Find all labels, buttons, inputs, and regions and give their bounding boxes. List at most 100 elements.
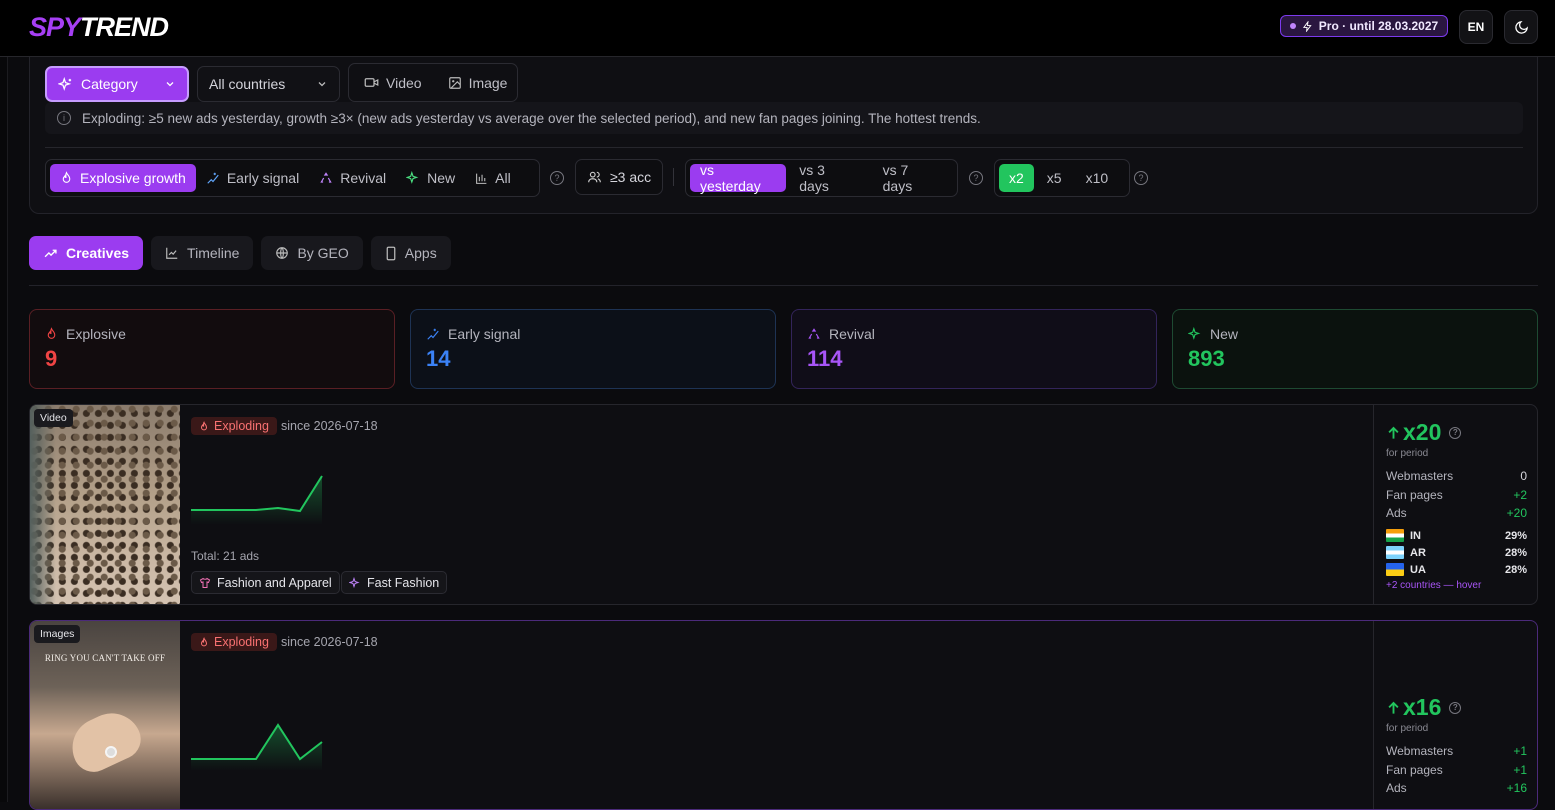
accounts-filter-button[interactable]: ≥3 acc <box>575 159 663 195</box>
metric-label: Fan pages <box>1386 488 1443 502</box>
theme-toggle-button[interactable] <box>1504 10 1538 44</box>
metric-row: Fan pages +2 <box>1386 488 1527 502</box>
signal-all-button[interactable]: All <box>465 164 521 192</box>
category-tag[interactable]: Fashion and Apparel <box>191 571 340 594</box>
metric-label: Webmasters <box>1386 469 1454 483</box>
language-button[interactable]: EN <box>1459 10 1493 44</box>
compare-3days-button[interactable]: vs 3 days <box>786 162 869 194</box>
stat-card-early-signal[interactable]: Early signal 14 <box>410 309 776 389</box>
image-overlay-text: RING YOU CAN'T TAKE OFF <box>44 653 166 663</box>
moon-icon <box>1514 20 1528 34</box>
metric-value: +20 <box>1506 506 1527 520</box>
country-label: All countries <box>209 76 286 92</box>
multiplier-x10-button[interactable]: x10 <box>1075 164 1120 192</box>
stat-value: 9 <box>45 346 58 371</box>
multiplier-x2-button[interactable]: x2 <box>999 164 1034 192</box>
image-icon <box>448 76 461 89</box>
creative-thumbnail[interactable]: Video <box>30 405 180 604</box>
status-label: Exploding <box>214 419 269 433</box>
stat-card-revival[interactable]: Revival 114 <box>791 309 1157 389</box>
help-icon[interactable]: ? <box>1449 701 1462 714</box>
stat-value: 893 <box>1188 346 1225 371</box>
signal-explosive-button[interactable]: Explosive growth <box>50 164 196 192</box>
metric-value: +1 <box>1513 763 1527 777</box>
status-badge: Exploding <box>191 417 277 435</box>
separator <box>673 168 674 186</box>
signal-all-label: All <box>495 170 511 186</box>
hand-shape <box>62 703 148 779</box>
tab-apps[interactable]: Apps <box>370 236 451 270</box>
category-label: Category <box>81 76 138 92</box>
help-icon[interactable]: ? <box>969 171 983 185</box>
multiplier-group: x2 x5 x10 <box>994 159 1130 197</box>
geo-code: UA <box>1410 563 1426 576</box>
more-countries-link[interactable]: +2 countries — hover <box>1386 580 1481 591</box>
chevron-down-icon <box>166 82 174 87</box>
smartphone-icon <box>386 246 396 260</box>
compare-group: vs yesterday vs 3 days vs 7 days <box>685 159 958 197</box>
creative-card[interactable]: Video Exploding since 2026-07-18 Total: … <box>29 404 1538 605</box>
view-tabs: Creatives Timeline By GEO Apps <box>29 236 451 270</box>
multiplier-x5-button[interactable]: x5 <box>1034 164 1075 192</box>
info-text: Exploding: ≥5 new ads yesterday, growth … <box>82 110 981 126</box>
since-date: since 2026-07-18 <box>281 419 378 433</box>
tab-timeline-label: Timeline <box>187 245 240 261</box>
category-select[interactable]: Category <box>45 66 189 102</box>
media-type-badge: Video <box>34 409 73 427</box>
pro-badge[interactable]: Pro · until 28.03.2027 <box>1280 15 1448 37</box>
for-period-label: for period <box>1386 448 1429 459</box>
stat-card-new[interactable]: New 893 <box>1172 309 1538 389</box>
ring-shape <box>105 746 117 758</box>
logo[interactable]: SPY TREND <box>29 14 223 41</box>
tab-apps-label: Apps <box>404 245 437 261</box>
bar-chart-icon <box>476 173 487 184</box>
help-icon[interactable]: ? <box>1134 171 1148 185</box>
geo-row: AR 28% <box>1386 546 1527 559</box>
help-icon[interactable]: ? <box>550 171 564 185</box>
geo-percent: 29% <box>1504 529 1527 542</box>
metric-value: +16 <box>1506 781 1527 795</box>
media-image-label: Image <box>468 74 508 91</box>
country-select[interactable]: All countries <box>197 66 340 102</box>
metric-value: 0 <box>1520 469 1527 483</box>
tab-by-geo[interactable]: By GEO <box>261 236 363 270</box>
shirt-icon <box>199 577 211 588</box>
total-ads: Total: 21 ads <box>191 549 260 563</box>
tab-timeline[interactable]: Timeline <box>151 236 254 270</box>
metric-row: Webmasters 0 <box>1386 469 1527 483</box>
metric-label: Fan pages <box>1386 763 1443 777</box>
flame-icon <box>62 171 71 183</box>
signal-new-button[interactable]: New <box>396 164 465 192</box>
users-icon <box>588 171 601 183</box>
signal-revival-button[interactable]: Revival <box>309 164 396 192</box>
media-image-button[interactable]: Image <box>448 74 508 91</box>
signal-early-label: Early signal <box>226 170 300 186</box>
tabs-divider <box>29 285 1538 286</box>
stat-value: 14 <box>426 346 451 371</box>
compare-yesterday-button[interactable]: vs yesterday <box>690 162 787 194</box>
filter-panel: Category All countries Video Image i Exp… <box>29 57 1538 214</box>
stat-card-explosive[interactable]: Explosive 9 <box>29 309 395 389</box>
stat-label: Explosive <box>66 326 126 342</box>
geo-code: IN <box>1410 529 1421 542</box>
creative-thumbnail[interactable]: Images RING YOU CAN'T TAKE OFF <box>30 621 180 809</box>
media-video-button[interactable]: Video <box>364 75 422 91</box>
for-period-label: for period <box>1386 723 1429 734</box>
sparkles-icon <box>58 76 72 91</box>
metric-row: Webmasters +1 <box>1386 744 1527 758</box>
left-edge <box>0 57 8 802</box>
category-tag[interactable]: Fast Fashion <box>341 571 448 594</box>
signal-explosive-label: Explosive growth <box>80 170 186 186</box>
help-icon[interactable]: ? <box>1449 426 1462 439</box>
compare-7days-button[interactable]: vs 7 days <box>870 162 953 194</box>
creative-card[interactable]: Images RING YOU CAN'T TAKE OFF Exploding… <box>29 620 1538 810</box>
stat-label: New <box>1210 326 1239 342</box>
geo-row: UA 28% <box>1386 563 1527 576</box>
signal-revival-label: Revival <box>340 170 387 186</box>
info-icon: i <box>57 111 71 125</box>
chevron-down-icon <box>318 82 326 87</box>
tab-creatives[interactable]: Creatives <box>29 236 144 270</box>
metric-label: Ads <box>1386 506 1407 520</box>
recycle-icon <box>320 172 332 183</box>
signal-early-button[interactable]: Early signal <box>196 164 309 192</box>
